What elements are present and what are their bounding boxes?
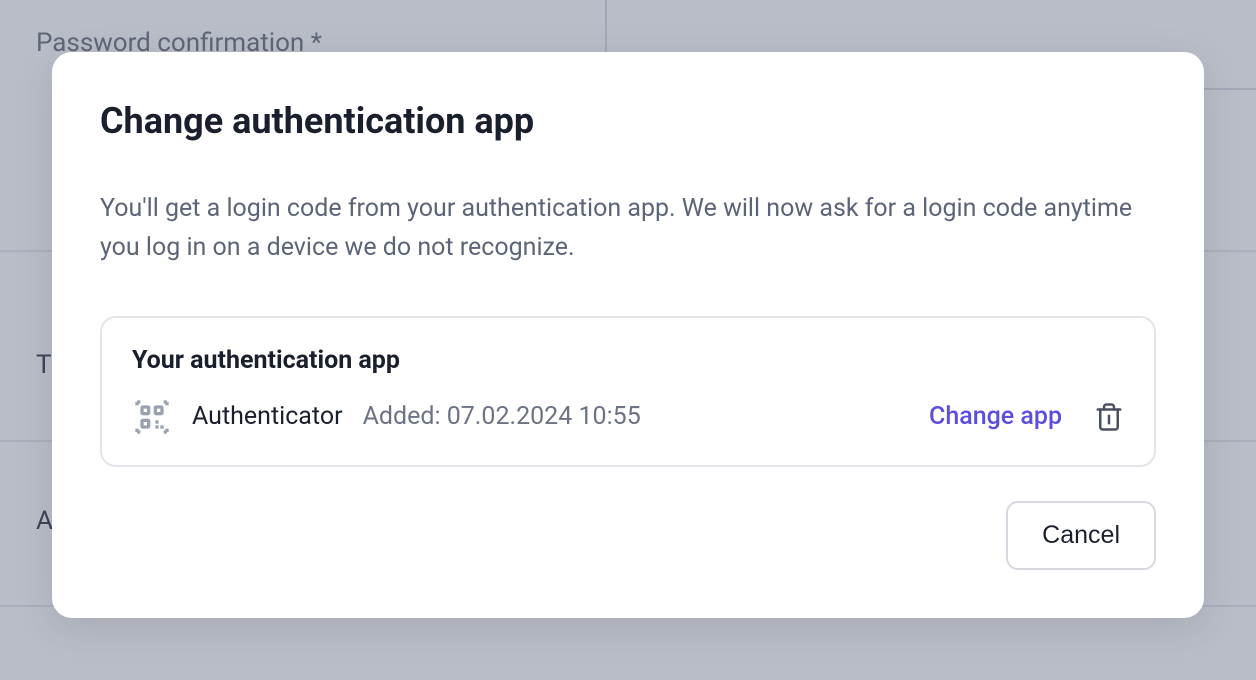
- auth-app-row: Authenticator Added: 07.02.2024 10:55 Ch…: [132, 397, 1124, 437]
- qr-code-icon: [132, 397, 172, 437]
- modal-footer: Cancel: [100, 501, 1156, 570]
- auth-app-added-date: Added: 07.02.2024 10:55: [363, 402, 641, 431]
- cancel-button[interactable]: Cancel: [1006, 501, 1156, 570]
- auth-app-name: Authenticator: [192, 402, 343, 431]
- auth-app-card-title: Your authentication app: [132, 346, 1124, 375]
- change-app-link[interactable]: Change app: [929, 402, 1062, 431]
- auth-app-card: Your authentication app Authenticator Ad…: [100, 316, 1156, 467]
- modal-overlay[interactable]: Change authentication app You'll get a l…: [0, 0, 1256, 680]
- modal-title: Change authentication app: [100, 100, 1156, 142]
- trash-icon[interactable]: [1094, 400, 1124, 434]
- modal-description: You'll get a login code from your authen…: [100, 190, 1156, 268]
- change-auth-app-modal: Change authentication app You'll get a l…: [52, 52, 1204, 618]
